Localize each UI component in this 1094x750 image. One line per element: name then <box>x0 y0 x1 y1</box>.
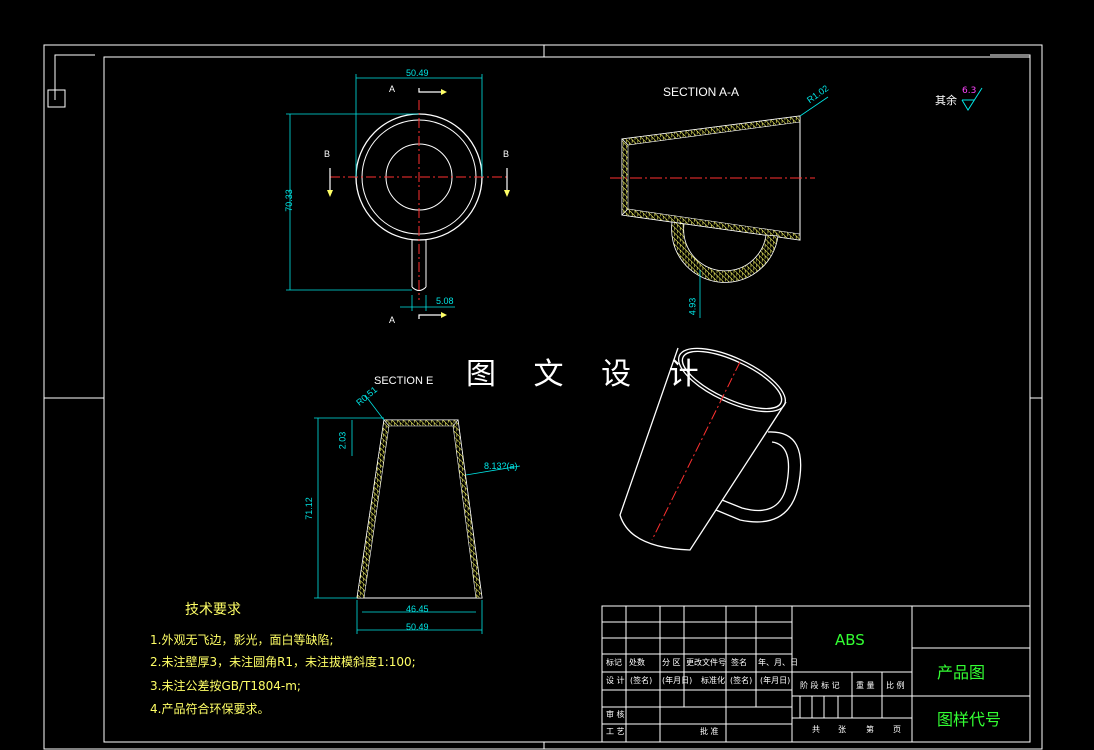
surface-finish-value: 6.3 <box>962 86 977 96</box>
dim-handle-thickness: 4.93 <box>687 297 698 316</box>
tb-sheets: 张 <box>838 725 846 734</box>
tb-approve: 批 准 <box>700 727 719 736</box>
product-drawing-label: 产品图 <box>937 663 986 682</box>
dim-inner-bottom: 46.45 <box>406 604 429 614</box>
tech-requirements-title: 技术要求 <box>185 602 241 618</box>
tb-standard: 标准化 <box>701 676 725 685</box>
surface-finish-label: 其余 <box>935 95 957 107</box>
dim-section-e-height: 71.12 <box>303 497 314 520</box>
section-e-title: SECTION E <box>374 375 434 387</box>
cut-label-a-top: A <box>389 84 396 94</box>
dim-top-width: 50.49 <box>406 68 429 78</box>
material-label: ABS <box>835 631 865 649</box>
tech-requirement-3: 3.未注公差按GB/T1804-m; <box>150 679 301 693</box>
drawing-code-label: 图样代号 <box>937 710 1002 729</box>
tb-count: 处数 <box>629 658 645 667</box>
tb-zone: 分 区 <box>662 658 681 667</box>
tech-requirement-2: 2.未注壁厚3，未注圆角R1，未注拔模斜度1:100; <box>150 655 416 669</box>
dim-top-height: 70.33 <box>283 189 294 212</box>
tb-stage-mark: 阶 段 标 记 <box>800 681 840 690</box>
tech-requirement-1: 1.外观无飞边，影光，面白等缺陷; <box>150 633 334 647</box>
dim-outer-bottom: 50.49 <box>406 622 429 632</box>
tb-number: 第 <box>866 725 874 734</box>
tb-review: 审 核 <box>606 710 625 719</box>
tb-standard-date: (年月日) <box>760 676 791 685</box>
watermark-text: 图 文 设 计 <box>466 357 713 392</box>
dim-draft-angle: 8.13?(a) <box>484 461 518 471</box>
dim-handle-width: 5.08 <box>436 296 454 306</box>
tb-design-sign: (签名) <box>630 676 653 685</box>
tb-scale: 比 例 <box>886 681 905 690</box>
tb-sign: 签名 <box>731 658 747 667</box>
section-aa-title: SECTION A-A <box>663 85 740 99</box>
cut-label-b-left: B <box>324 149 331 159</box>
tb-weight: 重 量 <box>856 681 875 690</box>
dim-top-thickness: 2.03 <box>337 431 348 450</box>
tb-change-doc: 更改文件号 <box>686 658 726 667</box>
tb-page: 页 <box>893 725 901 734</box>
top-view <box>286 74 510 319</box>
cut-label-a-bottom: A <box>389 315 396 325</box>
section-aa-view <box>610 96 829 318</box>
tb-standard-sign: (签名) <box>730 676 753 685</box>
tech-requirement-4: 4.产品符合环保要求。 <box>150 702 270 716</box>
tb-design: 设 计 <box>606 676 625 685</box>
tb-design-date: (年月日) <box>662 676 693 685</box>
cut-label-b-right: B <box>503 149 510 159</box>
tb-mark: 标记 <box>606 658 622 667</box>
tb-total: 共 <box>812 725 820 734</box>
tb-date: 年、月、日 <box>758 658 798 667</box>
tb-process: 工 艺 <box>606 727 625 736</box>
